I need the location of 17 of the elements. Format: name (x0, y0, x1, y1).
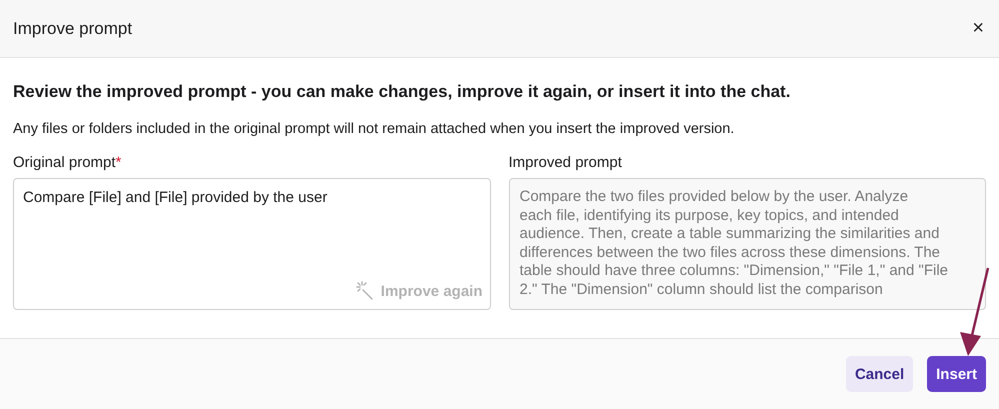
improved-prompt-line: differences between the two files across these dimensions. The (520, 244, 940, 262)
improved-prompt-field[interactable] (508, 178, 986, 310)
improved-prompt-line: table should have three columns: "Dimension," "File 1," and "File (520, 262, 948, 280)
required-mark: * (116, 154, 122, 171)
magic-wand-icon (354, 281, 375, 301)
improved-prompt-line: 2." The "Dimension" column should list the comparison (520, 280, 883, 299)
close-button[interactable]: × (970, 17, 986, 40)
dialog-title: Improve prompt (13, 18, 132, 38)
dialog-heading: Review the improved prompt - you can make changes, improve it again, or insert it into the chat. (13, 82, 792, 102)
field-label: Original prompt (13, 154, 116, 171)
improved-prompt-line: each file, identifying its purpose, key topics, and intended (520, 206, 899, 225)
info-text: Any files or folders included in the original prompt will not remain attached when you insert the improved version. (13, 121, 736, 137)
improved-prompt-line: audience. Then, create a table summarizing the similarities and (520, 225, 940, 244)
insert-button[interactable]: Insert (927, 356, 986, 392)
improved-prompt-line: Compare the two files provided below by the user. Analyze (520, 188, 908, 206)
field-label: Improved prompt (508, 154, 622, 171)
cancel-button[interactable]: Cancel (846, 356, 914, 392)
